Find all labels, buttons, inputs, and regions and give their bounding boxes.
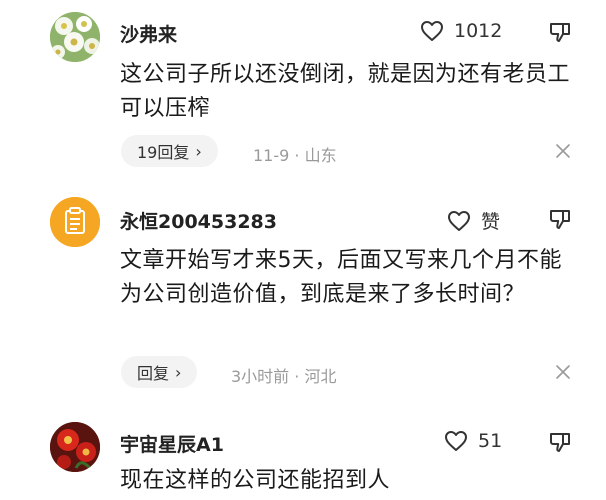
like-label: 赞 xyxy=(481,211,501,233)
comment-text: 这公司子所以还没倒闭，就是因为还有老员工可以压榨 xyxy=(120,62,571,121)
reply-button[interactable]: 回复 › xyxy=(121,356,198,388)
comment-text: 现在这样的公司还能招到人 xyxy=(120,468,391,493)
like-button[interactable]: 51 xyxy=(444,430,502,452)
username[interactable]: 永恒200453283 xyxy=(120,207,277,234)
like-button[interactable]: 1012 xyxy=(420,20,502,42)
close-icon[interactable] xyxy=(555,364,571,380)
avatar[interactable] xyxy=(50,197,100,247)
chevron-right-icon: › xyxy=(175,362,182,382)
red-flower-avatar-icon xyxy=(50,422,100,472)
reply-label: 19回复 xyxy=(137,143,190,162)
document-avatar-icon xyxy=(50,197,100,247)
username[interactable]: 宇宙星辰A1 xyxy=(120,430,224,457)
heart-icon xyxy=(448,210,470,231)
comment-meta: 11-9 · 山东 xyxy=(253,146,337,165)
like-button[interactable]: 赞 xyxy=(447,207,500,234)
flowers-avatar-icon xyxy=(50,12,100,62)
close-icon[interactable] xyxy=(555,143,571,159)
dislike-icon[interactable] xyxy=(548,430,572,454)
avatar[interactable] xyxy=(50,422,100,472)
like-count: 1012 xyxy=(454,20,503,42)
avatar[interactable] xyxy=(50,12,100,62)
dislike-icon[interactable] xyxy=(548,207,572,231)
dislike-icon[interactable] xyxy=(548,20,572,44)
heart-icon xyxy=(445,431,467,451)
reply-label: 回复 xyxy=(137,364,170,383)
reply-button[interactable]: 19回复 › xyxy=(121,135,218,167)
comment-text: 文章开始写才来5天，后面又写来几个月不能为公司创造价值，到底是来了多长时间？ xyxy=(120,248,562,307)
like-count: 51 xyxy=(478,430,503,452)
heart-icon xyxy=(421,21,443,41)
chevron-right-icon: › xyxy=(195,141,202,161)
username[interactable]: 沙弗来 xyxy=(120,20,177,47)
comment-meta: 3小时前 · 河北 xyxy=(231,367,337,386)
